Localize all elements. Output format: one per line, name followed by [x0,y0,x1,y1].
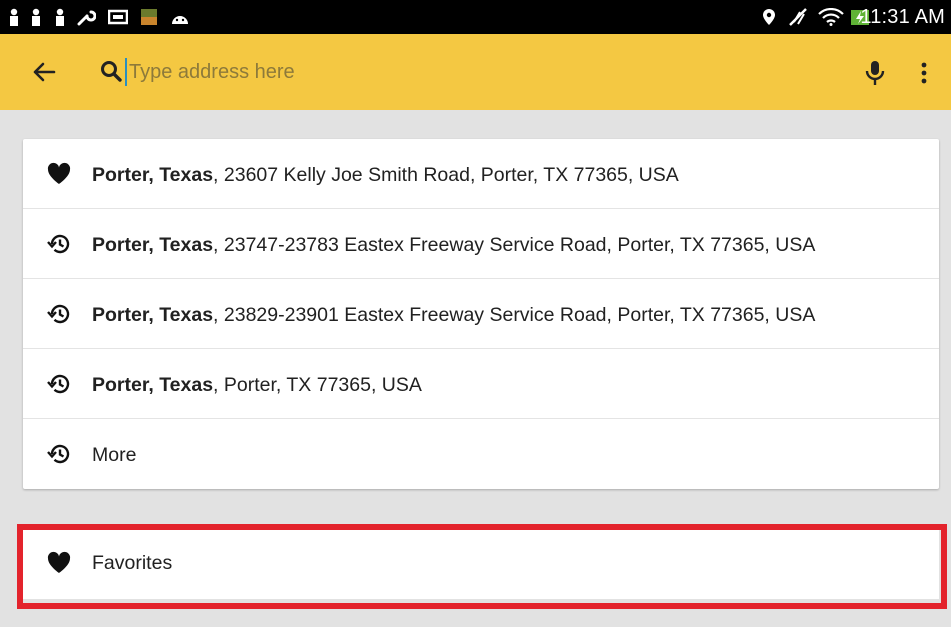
suggestion-row[interactable]: Porter, Texas, 23607 Kelly Joe Smith Roa… [23,139,939,209]
history-icon [47,234,70,254]
screen-icon [108,9,128,25]
wrench-icon [77,10,96,26]
suggestion-row[interactable]: Porter, Texas, 23829-23901 Eastex Freewa… [23,279,939,349]
notification-person-icon [56,8,64,26]
favorites-row[interactable]: Favorites [23,529,939,599]
suggestion-place: Porter, Texas [92,374,214,396]
heart-icon [47,551,71,573]
status-time: 11:31 AM [860,6,945,28]
suggestion-text: Porter, Texas, Porter, TX 77365, USA [92,349,422,419]
wifi-icon [818,8,844,26]
suggestion-row[interactable]: Porter, Texas, Porter, TX 77365, USA [23,349,939,419]
suggestion-address: , Porter, TX 77365, USA [213,374,422,396]
suggestion-address: , 23747-23783 Eastex Freeway Service Roa… [213,234,816,256]
microphone-icon[interactable] [864,58,886,88]
history-icon [47,444,70,464]
notification-person-icon [32,8,40,26]
back-arrow-icon[interactable] [28,56,60,88]
address-search-input[interactable] [127,54,829,90]
location-icon [763,9,775,25]
suggestion-text: Porter, Texas, 23607 Kelly Joe Smith Roa… [92,139,679,209]
vibrate-icon [789,8,807,26]
suggestion-row[interactable]: Porter, Texas, 23747-23783 Eastex Freewa… [23,209,939,279]
photo-icon [141,9,157,25]
app-bar [0,34,951,110]
history-icon [47,374,70,394]
history-icon [47,304,70,324]
suggestions-card: Porter, Texas, 23607 Kelly Joe Smith Roa… [23,139,939,489]
suggestion-place: Porter, Texas [92,234,214,256]
suggestion-address: , 23829-23901 Eastex Freeway Service Roa… [213,304,816,326]
overflow-menu-icon[interactable] [916,58,932,88]
android-icon [172,16,188,24]
suggestion-place: Porter, Texas [92,304,214,326]
status-bar: 11:31 AM [0,0,951,34]
suggestion-place: Porter, Texas [92,164,214,186]
heart-icon [47,162,71,184]
suggestion-address: , 23607 Kelly Joe Smith Road, Porter, TX… [213,164,679,186]
favorites-label: Favorites [92,552,173,574]
more-row[interactable]: More [23,419,939,489]
more-label: More [92,444,137,466]
suggestion-text: Porter, Texas, 23747-23783 Eastex Freewa… [92,209,815,279]
suggestion-text: Porter, Texas, 23829-23901 Eastex Freewa… [92,279,815,349]
search-icon [101,61,122,82]
notification-person-icon [10,8,18,26]
